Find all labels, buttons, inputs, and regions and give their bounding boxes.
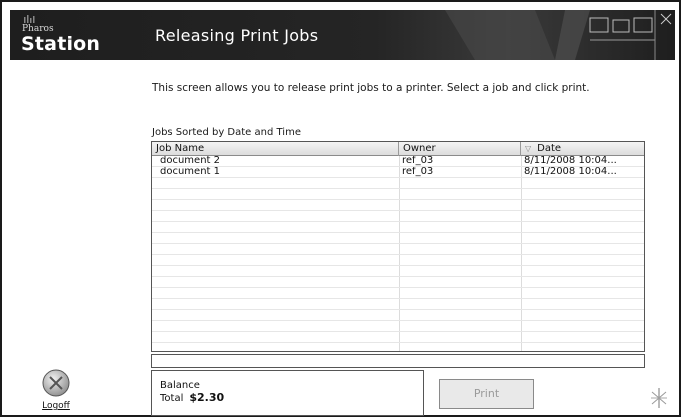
empty-table-row xyxy=(152,244,644,255)
empty-table-row xyxy=(152,189,644,200)
spark-logo-icon xyxy=(651,388,667,408)
cell-date: 8/11/2008 10:04... xyxy=(524,156,617,166)
empty-table-row xyxy=(152,222,644,233)
logo-brand-station: Station xyxy=(21,33,101,55)
logo-bars-icon xyxy=(24,15,35,23)
cell-owner: ref_03 xyxy=(402,167,434,177)
empty-table-row xyxy=(152,310,644,321)
empty-table-row xyxy=(152,200,644,211)
table-body: document 2 ref_03 8/11/2008 10:04... docume… xyxy=(152,156,644,351)
empty-table-row xyxy=(152,321,644,332)
app-window: Pharos Station Releasing Print Jobs This… xyxy=(0,0,681,417)
total-amount: $2.30 xyxy=(189,391,225,404)
empty-table-row xyxy=(152,255,644,266)
logoff-icon xyxy=(42,369,70,397)
total-label: Total xyxy=(160,393,184,404)
header-banner: Pharos Station Releasing Print Jobs xyxy=(10,10,675,60)
balance-total: Total $2.30 xyxy=(160,391,224,404)
empty-table-row xyxy=(152,233,644,244)
logoff-button[interactable]: Logoff xyxy=(39,367,73,415)
sort-descending-icon: ▽ xyxy=(525,144,532,153)
table-caption: Jobs Sorted by Date and Time xyxy=(152,127,301,138)
empty-table-row xyxy=(152,266,644,277)
balance-panel: Balance Total $2.30 xyxy=(151,370,424,416)
empty-table-row xyxy=(152,178,644,189)
empty-table-row xyxy=(152,211,644,222)
cell-owner: ref_03 xyxy=(402,156,434,166)
table-row[interactable]: document 1 ref_03 8/11/2008 10:04... xyxy=(152,167,644,178)
empty-table-row xyxy=(152,332,644,343)
empty-table-row xyxy=(152,277,644,288)
column-header-date[interactable]: ▽ Date xyxy=(521,142,644,156)
empty-table-row xyxy=(152,343,644,351)
print-jobs-table[interactable]: Job Name Owner ▽ Date document 2 ref_03 8/1… xyxy=(151,141,645,352)
print-button[interactable]: Print xyxy=(439,379,534,409)
page-title: Releasing Print Jobs xyxy=(155,26,319,45)
table-header: Job Name Owner ▽ Date xyxy=(152,142,644,156)
header-computers-art-icon xyxy=(445,10,672,60)
intro-instructions: This screen allows you to release print … xyxy=(152,82,590,94)
job-details-bar xyxy=(151,354,645,368)
column-header-job-name[interactable]: Job Name xyxy=(152,142,399,156)
balance-label: Balance xyxy=(160,380,200,391)
column-header-owner[interactable]: Owner xyxy=(399,142,521,156)
logoff-label: Logoff xyxy=(42,401,70,411)
empty-table-row xyxy=(152,299,644,310)
table-row[interactable]: document 2 ref_03 8/11/2008 10:04... xyxy=(152,156,644,167)
cell-job-name: document 1 xyxy=(160,167,220,177)
empty-table-row xyxy=(152,288,644,299)
cell-date: 8/11/2008 10:04... xyxy=(524,167,617,177)
column-header-date-label: Date xyxy=(537,143,562,154)
cell-job-name: document 2 xyxy=(160,156,220,166)
